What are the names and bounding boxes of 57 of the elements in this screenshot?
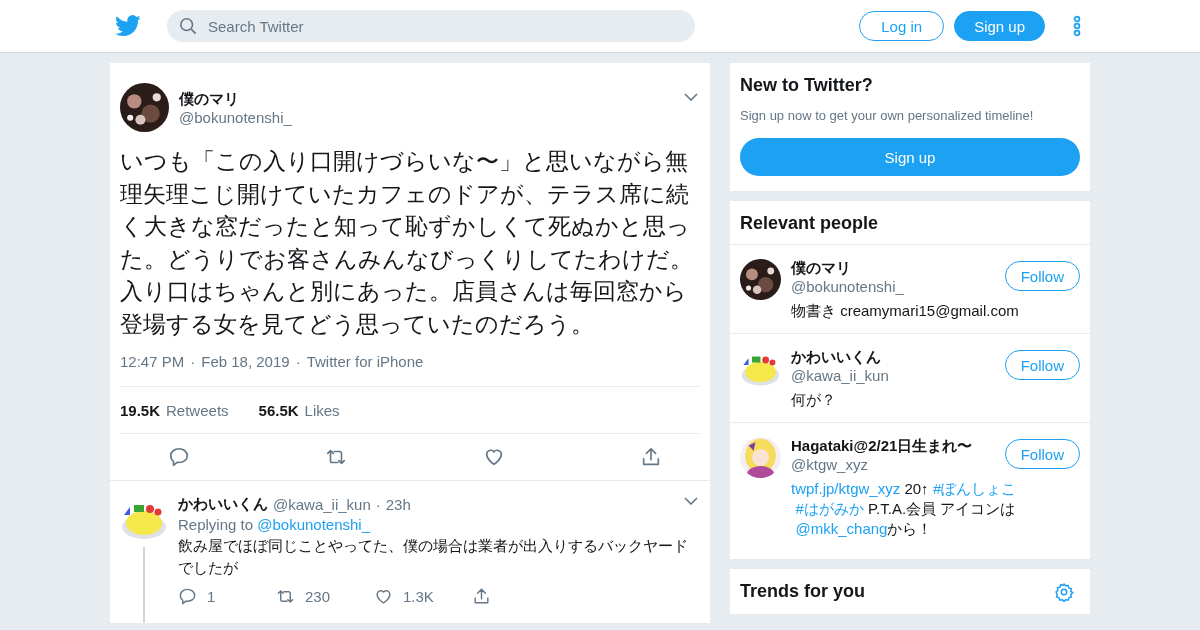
log-in-button[interactable]: Log in — [859, 11, 945, 41]
bird-logo-icon[interactable] — [115, 15, 141, 37]
search-field[interactable]: Search Twitter — [167, 10, 695, 42]
share-icon[interactable] — [472, 587, 491, 606]
follow-button[interactable]: Follow — [1004, 350, 1080, 380]
bio-link[interactable]: twpf.jp/ktgw_xyz — [791, 480, 901, 497]
user-bio: 物書き creamymari15@gmail.com — [791, 301, 1020, 321]
stat-label[interactable]: Likes — [304, 402, 340, 419]
user-handle[interactable]: @ktgw_xyz — [791, 456, 973, 473]
tweet-meta[interactable]: Feb 18, 2019 — [201, 353, 290, 370]
action-count: 230 — [305, 588, 331, 605]
user-bio: 何が？ — [791, 390, 837, 410]
speech-bubble-icon[interactable] — [167, 446, 190, 468]
more-icon[interactable] — [1073, 15, 1081, 37]
separator-dot: · — [295, 353, 301, 370]
card-title: Trends for you — [740, 581, 865, 602]
replying-label: Replying to — [178, 516, 254, 533]
user-name[interactable]: 僕のマリ — [791, 259, 904, 278]
action-count: 1.3K — [403, 588, 434, 605]
reply-text: 飲み屋でほぼ同じことやってた、僕の場合は業者が出入りするバックヤードでしたが — [178, 536, 689, 578]
speech-bubble-icon[interactable] — [178, 587, 197, 606]
stat-count[interactable]: 19.5K — [120, 402, 161, 419]
card-title: Relevant people — [730, 201, 1090, 245]
mention-link[interactable]: @bokunotenshi_ — [257, 516, 371, 533]
follow-button[interactable]: Follow — [1004, 261, 1080, 291]
user-name[interactable]: Hagataki@2/21日生まれ〜 — [791, 437, 973, 456]
user-handle[interactable]: @bokunotenshi_ — [179, 108, 292, 126]
tweet-time[interactable]: 23h — [385, 496, 411, 513]
tweet-text: いつも「この入り口開けづらいな〜」と思いながら無理矢理こじ開けていたカフェのドアが、テラス席に続く大きな窓だったと知って恥ずかしくて死ぬかと思った。どうりでお客さんみんなびっくりしてたわけだ。入り口はちゃんと別にあった。店員さんは毎回窓から登場する女を見てどう思っていたのだろう。 — [120, 148, 694, 339]
tweet-meta: 12:47 PM — [120, 353, 185, 370]
action-count: 1 — [207, 588, 216, 605]
caret-icon[interactable] — [684, 93, 698, 101]
heart-icon[interactable] — [374, 587, 393, 606]
bio-link[interactable]: #ぽんしょこ — [933, 480, 1017, 497]
search-icon — [179, 17, 197, 35]
stat-label[interactable]: Retweets — [166, 402, 229, 419]
sign-up-button[interactable]: Sign up — [740, 138, 1080, 176]
stat-count[interactable]: 56.5K — [258, 402, 299, 419]
retweet-icon[interactable] — [276, 587, 295, 606]
separator-dot: · — [375, 496, 381, 513]
tweet-meta[interactable]: Twitter for iPhone — [306, 353, 424, 370]
card-subtitle: Sign up now to get your own personalized timeline! — [740, 108, 1035, 123]
user-handle[interactable]: @kawa_ii_kun — [273, 496, 371, 513]
settings-icon[interactable] — [1054, 581, 1074, 602]
card-title: New to Twitter? — [740, 75, 874, 96]
bio-link[interactable]: @mkk_chang — [795, 520, 888, 537]
user-name[interactable]: かわいいくん — [791, 348, 889, 367]
user-handle[interactable]: @kawa_ii_kun — [791, 367, 889, 384]
user-name[interactable]: かわいいくん — [178, 495, 268, 514]
bio-link[interactable]: #はがみか — [795, 500, 864, 517]
separator-dot: · — [190, 353, 196, 370]
user-bio: twpf.jp/ktgw_xyz 20↑ #ぽんしょこ #はがみか P.T.A.会員 アイコンは @mkk_changから！ — [791, 479, 1018, 539]
user-handle[interactable]: @bokunotenshi_ — [791, 278, 904, 295]
sign-up-button[interactable]: Sign up — [954, 11, 1045, 41]
user-name[interactable]: 僕のマリ — [179, 89, 292, 109]
caret-icon[interactable] — [684, 497, 698, 505]
follow-button[interactable]: Follow — [1004, 439, 1080, 469]
